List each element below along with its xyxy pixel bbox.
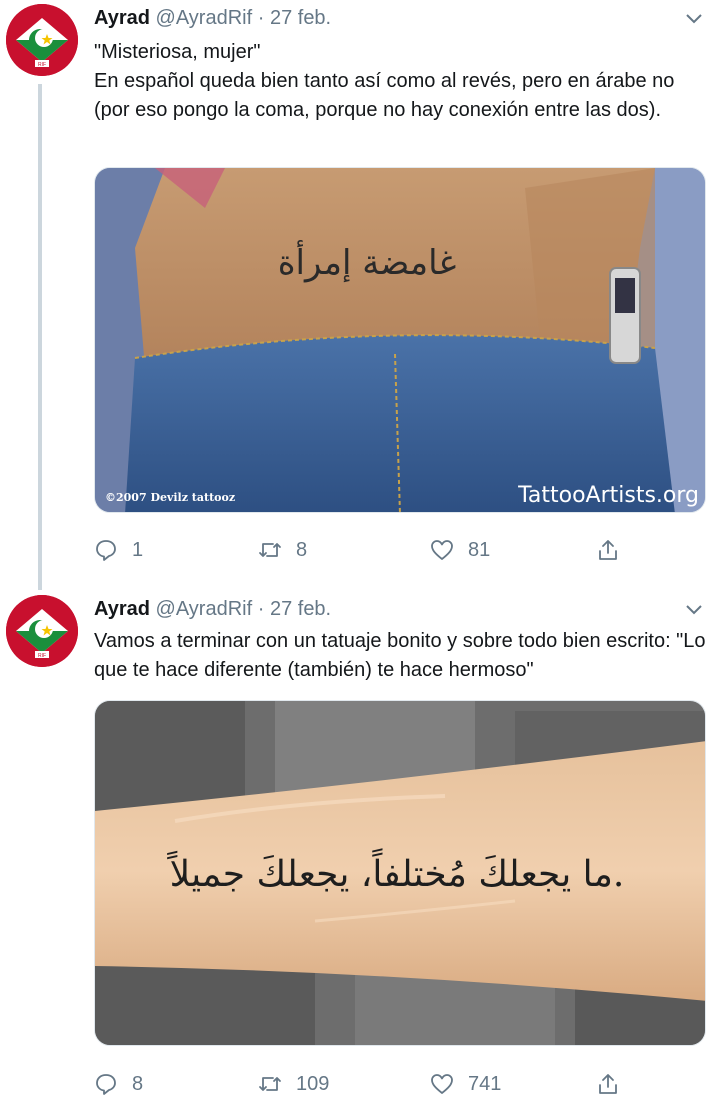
- tweet-actions: 1 8 81: [94, 535, 706, 565]
- share-icon: [599, 540, 617, 560]
- tweet-header: Ayrad @AyradRif · 27 feb.: [94, 596, 331, 622]
- like-count: 741: [468, 1073, 502, 1095]
- share-button[interactable]: [596, 1069, 634, 1099]
- chevron-down-icon[interactable]: [684, 8, 704, 28]
- retweet-count: 109: [296, 1073, 330, 1095]
- share-button[interactable]: [596, 535, 634, 565]
- reply-icon: [96, 540, 116, 561]
- tweet-date[interactable]: 27 feb.: [270, 598, 331, 620]
- avatar-label: RIF: [38, 653, 46, 659]
- retweet-count: 8: [296, 539, 308, 561]
- reply-count: 1: [132, 539, 144, 561]
- tweet-text: "Misteriosa, mujer" En español queda bie…: [94, 41, 675, 121]
- share-icon: [599, 1074, 617, 1094]
- like-count: 81: [468, 539, 491, 561]
- separator-dot: ·: [257, 7, 265, 29]
- thread-connector: [38, 84, 42, 590]
- retweet-button[interactable]: 109: [258, 1069, 329, 1099]
- tweet-1[interactable]: RIF Ayrad @AyradRif · 27 feb. "Misterios…: [0, 0, 710, 590]
- retweet-icon: [259, 543, 281, 557]
- tweet-image[interactable]: غامضة إمرأة ©2007 Devilz tattooz TattooA…: [94, 167, 706, 513]
- rif-flag-avatar-icon: RIF: [6, 595, 78, 667]
- author-handle[interactable]: @AyradRif: [156, 7, 253, 29]
- tweet-header: Ayrad @AyradRif · 27 feb.: [94, 5, 331, 31]
- tweet-image[interactable]: ما يجعلكَ مُختلفاً، يجعلكَ جميلاً.: [94, 700, 706, 1046]
- reply-icon: [96, 1074, 116, 1095]
- watermark-right: TattooArtists.org: [517, 483, 699, 508]
- reply-button[interactable]: 1: [94, 535, 143, 565]
- reply-count: 8: [132, 1073, 144, 1095]
- watermark-left: ©2007 Devilz tattooz: [105, 491, 235, 504]
- tweet-2[interactable]: RIF Ayrad @AyradRif · 27 feb. Vamos a te…: [0, 591, 710, 1109]
- reply-button[interactable]: 8: [94, 1069, 143, 1099]
- like-button[interactable]: 81: [430, 535, 490, 565]
- rif-flag-avatar-icon: RIF: [6, 4, 78, 76]
- retweet-button[interactable]: 8: [258, 535, 307, 565]
- tweet-date[interactable]: 27 feb.: [270, 7, 331, 29]
- avatar[interactable]: RIF: [6, 595, 78, 667]
- forearm-tattoo-text: ما يجعلكَ مُختلفاً، يجعلكَ جميلاً.: [166, 848, 624, 895]
- heart-icon: [431, 1074, 453, 1094]
- tweet-actions: 8 109 741: [94, 1069, 706, 1099]
- avatar-label: RIF: [38, 62, 46, 68]
- heart-icon: [431, 540, 453, 560]
- separator-dot: ·: [257, 598, 265, 620]
- forearm-tattoo-photo: ما يجعلكَ مُختلفاً، يجعلكَ جميلاً.: [95, 701, 705, 1045]
- author-name[interactable]: Ayrad: [94, 7, 150, 29]
- back-tattoo-text: غامضة إمرأة: [278, 240, 457, 283]
- like-button[interactable]: 741: [430, 1069, 501, 1099]
- back-tattoo-photo: غامضة إمرأة ©2007 Devilz tattooz TattooA…: [95, 168, 705, 512]
- chevron-down-icon[interactable]: [684, 599, 704, 619]
- avatar[interactable]: RIF: [6, 4, 78, 76]
- tweet-text: Vamos a terminar con un tatuaje bonito y…: [94, 630, 706, 681]
- retweet-icon: [259, 1077, 281, 1091]
- author-handle[interactable]: @AyradRif: [156, 598, 253, 620]
- author-name[interactable]: Ayrad: [94, 598, 150, 620]
